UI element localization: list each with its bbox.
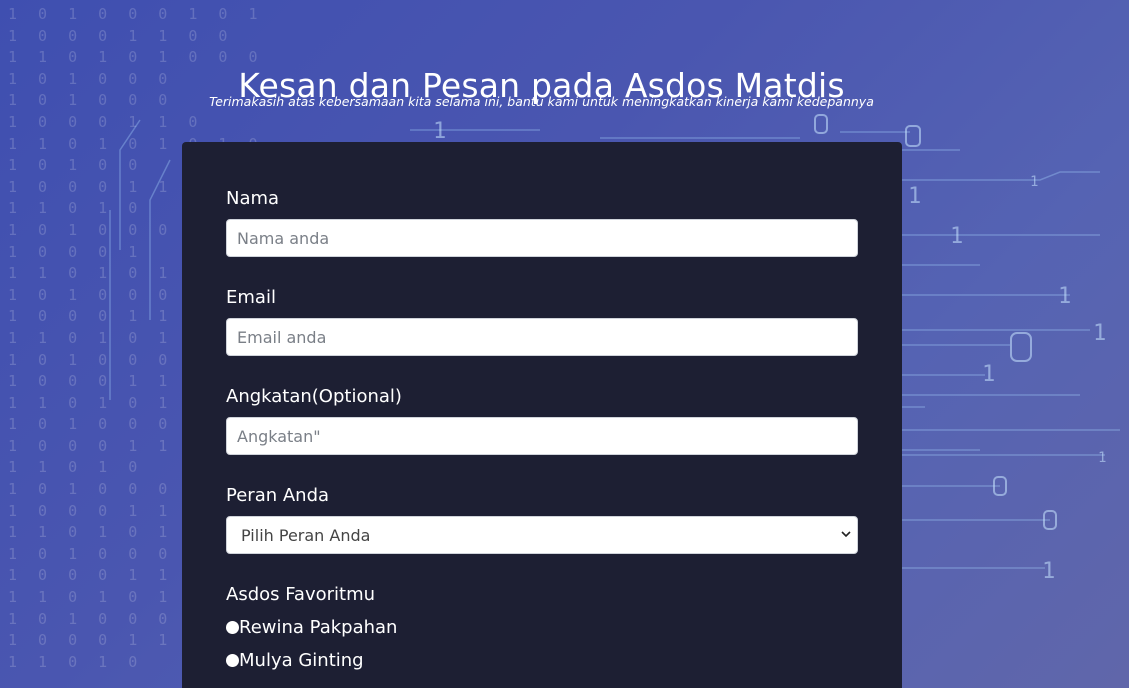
svg-text:1: 1 xyxy=(950,224,963,249)
radio-button[interactable] xyxy=(226,654,239,667)
angkatan-input[interactable] xyxy=(226,417,858,455)
nama-input[interactable] xyxy=(226,219,858,257)
chevron-down-icon xyxy=(841,531,851,538)
asdos-option[interactable]: Rewina Pakpahan xyxy=(226,617,397,638)
peran-select-value: Pilih Peran Anda xyxy=(241,525,371,545)
email-label: Email xyxy=(226,287,276,308)
svg-text:1: 1 xyxy=(1042,559,1055,584)
asdos-option-label: Rewina Pakpahan xyxy=(239,617,398,638)
svg-text:1: 1 xyxy=(908,184,921,209)
svg-text:1: 1 xyxy=(1058,284,1071,309)
svg-text:1: 1 xyxy=(1098,450,1106,466)
peran-label: Peran Anda xyxy=(226,485,330,506)
email-input[interactable] xyxy=(226,318,858,356)
svg-text:1: 1 xyxy=(1093,321,1106,346)
svg-text:1: 1 xyxy=(433,119,446,144)
svg-text:1: 1 xyxy=(982,362,995,387)
asdos-option[interactable]: Mulya Ginting xyxy=(226,650,364,671)
asdos-option-label: Mulya Ginting xyxy=(239,650,364,671)
svg-text:1: 1 xyxy=(1030,174,1038,190)
angkatan-label: Angkatan(Optional) xyxy=(226,386,402,407)
radio-button[interactable] xyxy=(226,621,239,634)
asdos-label: Asdos Favoritmu xyxy=(226,584,376,605)
feedback-form-card: Nama Email Angkatan(Optional) Peran Anda… xyxy=(182,142,902,688)
peran-select[interactable]: Pilih Peran Anda xyxy=(226,516,858,554)
page-subtitle: Terimakasih atas kebersamaan kita selama… xyxy=(209,94,874,109)
nama-label: Nama xyxy=(226,188,280,209)
